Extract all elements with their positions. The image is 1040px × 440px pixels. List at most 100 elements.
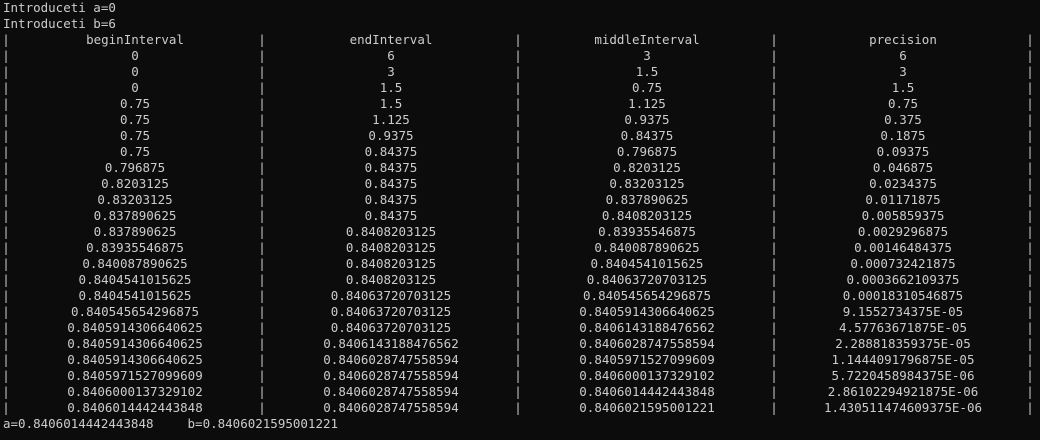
table-cell: 0.8408203125 (345, 224, 437, 239)
table-cell: 0.75 (119, 144, 151, 159)
table-cell: 0.1875 (880, 128, 926, 143)
table-cell: 0.8405914306640625 (67, 320, 203, 335)
table-cell: 0.840087890625 (594, 240, 700, 255)
table-cell: 6 (899, 48, 907, 63)
table-row: | | | | | 0.8405914306640625 0.84063720703125 0… (0, 320, 1040, 336)
table-cell: 1.5 (891, 80, 915, 95)
table-cell: 0.046875 (872, 160, 934, 175)
table-cell: 0.8406028747558594 (323, 352, 459, 367)
table-cell: 0.84063720703125 (586, 272, 708, 287)
table-row: | | | | | 0.75 1.125 0.9375 0.375 (0, 112, 1040, 128)
table-cell: 0.8406028747558594 (323, 400, 459, 415)
table-cell: 0.8404541015625 (590, 256, 704, 271)
table-cell: 0.8406014442443848 (67, 400, 203, 415)
table-cell: 1.5 (379, 96, 403, 111)
table-cell: 0 (131, 48, 139, 63)
table-cell: 0.01171875 (865, 192, 941, 207)
table-cell: 0.840545654296875 (583, 288, 711, 303)
table-cell: 6 (387, 48, 395, 63)
table-row: | | | | | 0.83935546875 0.8408203125 0.84008789… (0, 240, 1040, 256)
table-cell: 0.8404541015625 (78, 272, 192, 287)
table-row: | | | | | 0.8203125 0.84375 0.83203125 0.0234375 (0, 176, 1040, 192)
table-cell: 0.8405914306640625 (67, 336, 203, 351)
table-cell: 0.8406143188476562 (323, 336, 459, 351)
table-cell: 1.430511474609375E-06 (823, 400, 983, 415)
table-cell: 0.0234375 (869, 176, 937, 191)
table-cell: 0.84375 (364, 192, 418, 207)
table-cell: 0.9375 (624, 112, 670, 127)
table-cell: 0.8406028747558594 (323, 384, 459, 399)
table-cell: 0.8406014442443848 (579, 384, 715, 399)
table-cell: 1.125 (372, 112, 410, 127)
table-cell: 0.000732421875 (850, 256, 956, 271)
table-cell: 0.8408203125 (345, 240, 437, 255)
result-a: a=0.8406014442443848 (3, 416, 154, 431)
table-cell: 3 (387, 64, 395, 79)
result-line: a=0.8406014442443848 b=0.8406021595001221 (0, 416, 1040, 432)
table-cell: 0.75 (631, 80, 663, 95)
table-header: | | | | | beginInterval endInterval middleInter… (0, 32, 1040, 48)
table-cell: 2.86102294921875E-06 (827, 384, 979, 399)
table-row: | | | | | 0.83203125 0.84375 0.837890625 0.01171… (0, 192, 1040, 208)
table-cell: 9.1552734375E-05 (842, 304, 964, 319)
table-cell: 0.8405914306640625 (67, 352, 203, 367)
table-cell: 1.125 (628, 96, 666, 111)
table-row: | | | | | 0.840545654296875 0.84063720703125 0.… (0, 304, 1040, 320)
table-cell: 0.8408203125 (601, 208, 693, 223)
prompt-a: Introduceti a=0 (3, 0, 116, 15)
table-cell: 0.75 (119, 128, 151, 143)
table-row: | | | | | 0.75 0.84375 0.796875 0.09375 (0, 144, 1040, 160)
table-cell: 3 (899, 64, 907, 79)
bisection-table: | | | | | beginInterval endInterval middleInter… (0, 32, 1040, 416)
table-cell: 4.57763671875E-05 (839, 320, 967, 335)
table-cell: 0.83203125 (609, 176, 685, 191)
table-row: | | | | | 0.75 1.5 1.125 0.75 (0, 96, 1040, 112)
table-row: | | | | | 0.796875 0.84375 0.8203125 0.046875 (0, 160, 1040, 176)
table-cell: 0.8408203125 (345, 272, 437, 287)
table-cell: 0.84063720703125 (330, 320, 452, 335)
table-cell: 0.84375 (364, 176, 418, 191)
table-cell: 0.8404541015625 (78, 288, 192, 303)
table-cell: 0.8406000137329102 (579, 368, 715, 383)
table-cell: 0.84375 (364, 144, 418, 159)
table-cell: 0.837890625 (93, 208, 177, 223)
table-cell: 0.83203125 (97, 192, 173, 207)
table-cell: 0.375 (884, 112, 922, 127)
table-row: | | | | | 0 3 1.5 3 (0, 64, 1040, 80)
table-cell: 0.8406028747558594 (579, 336, 715, 351)
table-row: | | | | | 0.8406000137329102 0.840602874755859… (0, 384, 1040, 400)
header-cell: precision (869, 32, 937, 47)
table-cell: 0.8203125 (101, 176, 169, 191)
table-cell: 2.288818359375E-05 (835, 336, 971, 351)
console-window: Introduceti a=0 Introduceti b=6 | | | | | beg… (0, 0, 1040, 440)
header-cell: beginInterval (86, 32, 184, 47)
table-cell: 0.796875 (104, 160, 166, 175)
table-row: | | | | | 0.8404541015625 0.8408203125 0.840637… (0, 272, 1040, 288)
table-cell: 0.84063720703125 (330, 304, 452, 319)
table-row: | | | | | 0.840087890625 0.8408203125 0.8404541… (0, 256, 1040, 272)
prompt-b: Introduceti b=6 (3, 16, 116, 31)
table-cell: 0.837890625 (605, 192, 689, 207)
table-cell: 0.75 (119, 112, 151, 127)
table-row: | | | | | 0.75 0.9375 0.84375 0.1875 (0, 128, 1040, 144)
table-cell: 0.0029296875 (857, 224, 949, 239)
table-cell: 0.8406021595001221 (579, 400, 715, 415)
table-cell: 0.8405971527099609 (579, 352, 715, 367)
table-row: | | | | | 0.8405914306640625 0.840614318847656… (0, 336, 1040, 352)
table-cell: 1.5 (635, 64, 659, 79)
table-cell: 1.5 (379, 80, 403, 95)
table-cell: 0.84375 (364, 208, 418, 223)
table-cell: 0.840545654296875 (71, 304, 199, 319)
table-cell: 0.84375 (620, 128, 674, 143)
table-cell: 0.8408203125 (345, 256, 437, 271)
table-cell: 1.1444091796875E-05 (831, 352, 975, 367)
table-cell: 0 (131, 64, 139, 79)
table-cell: 0.75 (887, 96, 919, 111)
table-cell: 0.840087890625 (82, 256, 188, 271)
table-cell: 0.83935546875 (598, 224, 696, 239)
table-row: | | | | | 0.8406014442443848 0.840602874755859… (0, 400, 1040, 416)
table-cell: 0.8406028747558594 (323, 368, 459, 383)
table-cell: 0.8405914306640625 (579, 304, 715, 319)
table-cell: 0.84375 (364, 160, 418, 175)
table-cell: 0.00146484375 (854, 240, 952, 255)
